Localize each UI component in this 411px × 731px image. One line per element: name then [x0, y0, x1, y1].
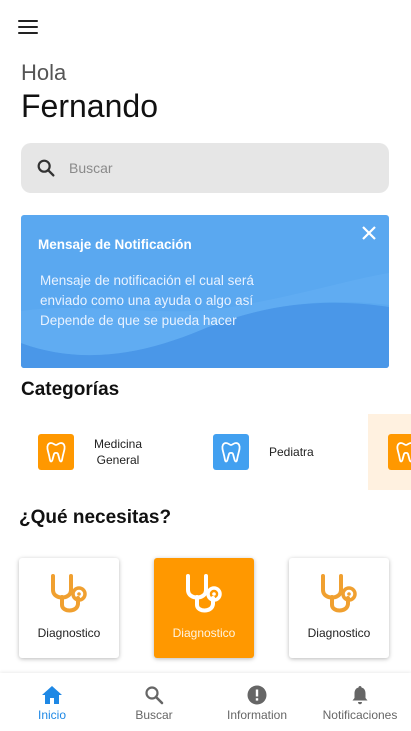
bell-icon: [352, 686, 368, 705]
tooth-icon: [213, 434, 249, 470]
notification-line: Mensaje de notificación el cual será: [40, 273, 254, 288]
need-card-label: Diagnostico: [172, 626, 236, 640]
nav-label: Information: [226, 708, 288, 722]
tooth-icon: [38, 434, 74, 470]
category-label-line: General: [96, 453, 140, 467]
categories-list: Medicina General Pediatra: [21, 414, 411, 490]
need-card-diagnostico[interactable]: Diagnostico: [19, 558, 119, 658]
category-item-medicina-general[interactable]: Medicina General: [21, 414, 181, 490]
bottom-navigation: Inicio Buscar Information Notificaciones: [0, 673, 411, 731]
search-icon: [145, 686, 164, 705]
category-item-pediatra[interactable]: Pediatra: [196, 414, 356, 490]
greeting: Hola: [21, 60, 67, 85]
need-card-label: Diagnostico: [37, 626, 101, 640]
search-bar[interactable]: [21, 143, 389, 193]
category-label: Medicina General: [94, 436, 142, 468]
categories-title: Categorías: [21, 379, 120, 400]
stethoscope-icon: [51, 574, 87, 613]
nav-label: Buscar: [135, 708, 173, 722]
needs-title: ¿Qué necesitas?: [19, 507, 172, 528]
tooth-icon: [388, 434, 411, 470]
home-icon: [42, 686, 62, 704]
nav-item-information[interactable]: Information: [220, 673, 294, 731]
nav-item-buscar[interactable]: Buscar: [122, 673, 186, 731]
nav-label: Inicio: [37, 708, 66, 722]
menu-icon[interactable]: [18, 20, 38, 36]
nav-item-notificaciones[interactable]: Notificaciones: [316, 673, 404, 731]
notification-line: enviado como una ayuda o algo así: [40, 293, 254, 308]
notification-message: Mensaje de notificación el cual será env…: [40, 271, 300, 331]
need-card-diagnostico[interactable]: Diagnostico: [289, 558, 389, 658]
stethoscope-icon: [321, 574, 357, 613]
username: Fernando: [21, 88, 158, 124]
info-icon: [247, 685, 267, 705]
needs-list: Diagnostico Diagnostico Diagnostico: [19, 558, 411, 662]
notification-title: Mensaje de Notificación: [38, 237, 192, 252]
category-item-partial[interactable]: [368, 414, 411, 490]
notification-line: Depende de que se pueda hacer: [40, 313, 237, 328]
need-card-diagnostico-selected[interactable]: Diagnostico: [154, 558, 254, 658]
nav-label: Notificaciones: [322, 708, 398, 722]
notification-card: Mensaje de Notificación Mensaje de notif…: [21, 215, 389, 368]
search-icon: [37, 159, 55, 177]
stethoscope-icon: [186, 574, 222, 613]
need-card-label: Diagnostico: [307, 626, 371, 640]
nav-item-inicio[interactable]: Inicio: [20, 673, 84, 731]
category-label-line: Medicina: [94, 437, 143, 451]
category-label: Pediatra: [269, 445, 314, 459]
search-input[interactable]: [69, 160, 359, 176]
close-icon[interactable]: [361, 225, 377, 241]
